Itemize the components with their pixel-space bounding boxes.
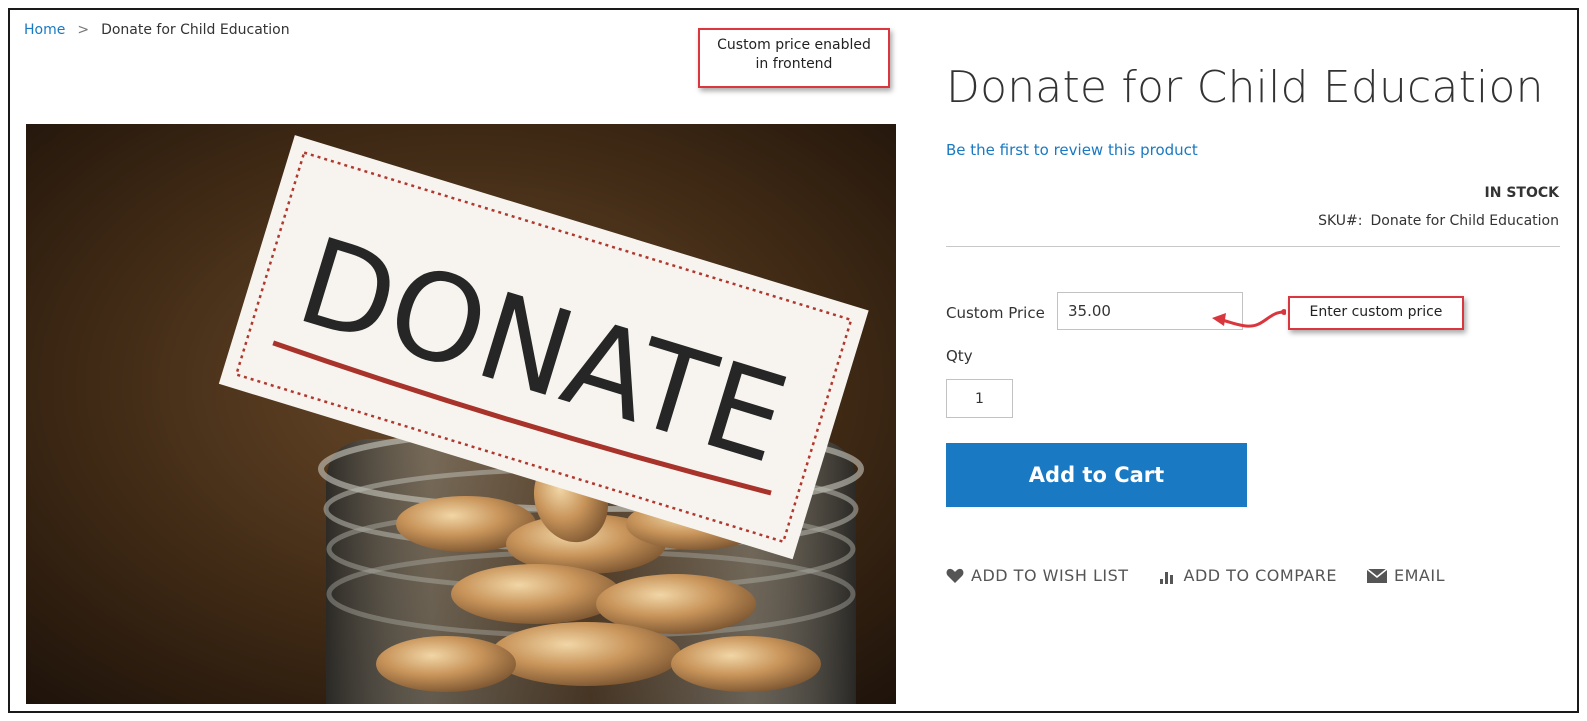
custom-price-label: Custom Price — [946, 304, 1045, 322]
product-actions: ADD TO WISH LIST ADD TO COMPARE EMAIL — [946, 566, 1475, 585]
breadcrumb-home-link[interactable]: Home — [24, 22, 65, 38]
sku-label: SKU#: — [1318, 213, 1363, 229]
annotation-line-1: Custom price enabled — [717, 37, 871, 53]
qty-input[interactable] — [946, 379, 1013, 418]
stock-status: IN STOCK — [1484, 185, 1559, 201]
add-to-compare-label: ADD TO COMPARE — [1183, 566, 1337, 585]
review-link[interactable]: Be the first to review this product — [946, 141, 1198, 159]
sku-line: SKU#: Donate for Child Education — [1318, 213, 1559, 229]
donation-jar-photo: DONATE — [26, 124, 896, 704]
sku-value: Donate for Child Education — [1370, 213, 1559, 229]
add-to-compare-link[interactable]: ADD TO COMPARE — [1159, 566, 1338, 585]
envelope-icon — [1367, 568, 1387, 583]
bar-chart-icon — [1159, 568, 1177, 584]
annotation-callout-custom-price-enabled: Custom price enabled in frontend — [698, 28, 890, 88]
add-to-wishlist-link[interactable]: ADD TO WISH LIST — [946, 566, 1129, 585]
add-to-wishlist-label: ADD TO WISH LIST — [971, 566, 1129, 585]
breadcrumb-separator: > — [77, 22, 90, 38]
add-to-cart-button[interactable]: Add to Cart — [946, 443, 1247, 507]
email-label: EMAIL — [1394, 566, 1445, 585]
annotation-arrow-icon — [1212, 309, 1286, 328]
breadcrumb-current: Donate for Child Education — [101, 22, 290, 38]
annotation-callout-enter-custom-price: Enter custom price — [1288, 296, 1464, 330]
heart-icon — [946, 568, 964, 584]
page-frame: Home > Donate for Child Education Custom p… — [8, 8, 1579, 713]
annotation-line-2: in frontend — [755, 56, 833, 72]
breadcrumb: Home > Donate for Child Education — [24, 22, 290, 38]
divider — [946, 246, 1560, 247]
page-title: Donate for Child Education — [946, 62, 1544, 113]
product-image[interactable]: DONATE — [26, 124, 896, 704]
email-link[interactable]: EMAIL — [1367, 566, 1445, 585]
qty-label: Qty — [946, 347, 973, 365]
